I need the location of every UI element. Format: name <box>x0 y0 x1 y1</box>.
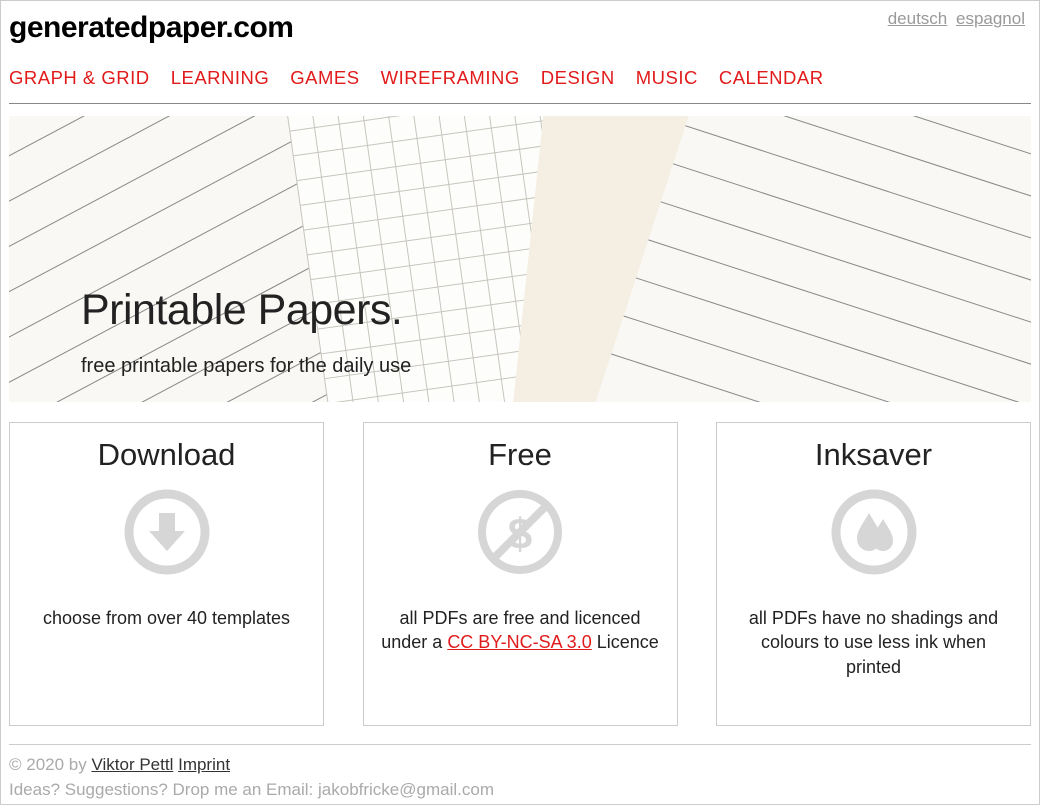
footer-contact: Ideas? Suggestions? Drop me an Email: ja… <box>9 778 1031 803</box>
inksaver-icon <box>829 487 919 577</box>
feature-cards: Download choose from over 40 templates F… <box>9 422 1031 726</box>
lang-link-espagnol[interactable]: espagnol <box>956 9 1025 28</box>
card-title: Free <box>380 437 661 473</box>
nav-games[interactable]: GAMES <box>290 67 359 88</box>
main-nav: GRAPH & GRID LEARNING GAMES WIREFRAMING … <box>9 67 1031 104</box>
card-text: all PDFs have no shadings and colours to… <box>733 606 1014 679</box>
card-text-after: Licence <box>592 632 659 652</box>
copyright-pre: © 2020 by <box>9 755 91 774</box>
nav-graph-grid[interactable]: GRAPH & GRID <box>9 67 150 88</box>
footer: © 2020 by Viktor Pettl Imprint Ideas? Su… <box>9 744 1031 802</box>
site-logo[interactable]: generatedpaper.com <box>9 11 1031 45</box>
card-title: Download <box>26 437 307 473</box>
lang-link-deutsch[interactable]: deutsch <box>888 9 948 28</box>
hero-banner: Printable Papers. free printable papers … <box>9 116 1031 402</box>
licence-link[interactable]: CC BY-NC-SA 3.0 <box>447 632 591 652</box>
card-title: Inksaver <box>733 437 1014 473</box>
author-link[interactable]: Viktor Pettl <box>91 755 173 774</box>
nav-learning[interactable]: LEARNING <box>171 67 270 88</box>
nav-design[interactable]: DESIGN <box>541 67 615 88</box>
hero-title: Printable Papers. <box>81 286 411 335</box>
card-text: all PDFs are free and licenced under a C… <box>380 606 661 655</box>
imprint-link[interactable]: Imprint <box>178 755 230 774</box>
card-inksaver: Inksaver all PDFs have no shadings and c… <box>716 422 1031 726</box>
card-text: choose from over 40 templates <box>26 606 307 630</box>
nav-music[interactable]: MUSIC <box>636 67 698 88</box>
nav-wireframing[interactable]: WIREFRAMING <box>381 67 520 88</box>
card-download: Download choose from over 40 templates <box>9 422 324 726</box>
download-icon <box>122 487 212 577</box>
hero-subtitle: free printable papers for the daily use <box>81 355 411 378</box>
no-cost-icon: $ <box>475 487 565 577</box>
nav-calendar[interactable]: CALENDAR <box>719 67 824 88</box>
card-free: Free $ all PDFs are free and licenced un… <box>363 422 678 726</box>
